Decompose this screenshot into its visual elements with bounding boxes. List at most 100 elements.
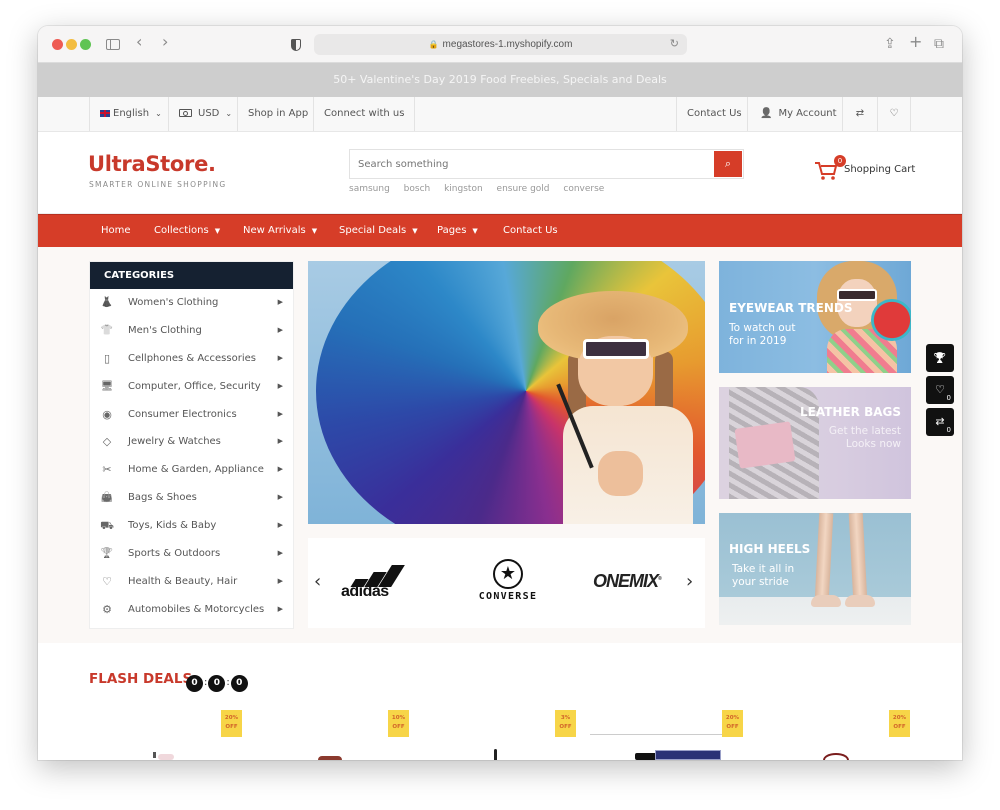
wishlist-button[interactable]: ♡ [877,97,911,131]
product-image[interactable] [158,754,174,760]
banner-high-heels[interactable]: HIGH HEELS Take it all in your stride [719,513,911,625]
dress-icon: 👗 [100,297,114,308]
compare-float-button[interactable]: ⇄ 0 [926,408,954,436]
promo-text[interactable]: 50+ Valentine's Day 2019 Food Freebies, … [333,73,667,86]
flash-deals-section: FLASH DEALS 0:0:0 20% OFF 10% OFF 3% OFF 20… [38,643,962,760]
product-image[interactable] [655,750,721,760]
promo-bar[interactable]: 50+ Valentine's Day 2019 Food Freebies, … [38,63,962,97]
search-suggestions: samsung bosch kingston ensure gold conve… [349,184,615,194]
carousel-next-button[interactable]: › [686,571,693,592]
flash-deals-title: FLASH DEALS [89,671,193,687]
dropdown-caret-icon: ▼ [472,227,478,235]
floating-toolbar: 🏆 ♡ 0 ⇄ 0 [926,344,954,440]
maximize-window-button[interactable] [80,39,91,50]
browser-toolbar: ‹ › 🔒 megastores-1.myshopify.com ↻ ⇪ + ⧉ [38,26,962,63]
forward-button[interactable]: › [162,33,168,51]
diamond-icon: ◇ [102,435,112,449]
suggestion-link[interactable]: ensure gold [497,184,550,194]
nav-label: Pages [437,225,467,236]
search-button[interactable]: ⌕ [714,151,742,177]
compare-button[interactable]: ⇄ [842,97,877,131]
category-item[interactable]: ⛟ Toys, Kids & Baby ▶ [90,512,293,540]
category-label: Home & Garden, Appliance [128,464,264,476]
nav-special-deals[interactable]: Special Deals ▼ [339,215,418,247]
suggestion-link[interactable]: samsung [349,184,390,194]
category-item[interactable]: ✂ Home & Garden, Appliance ▶ [90,456,293,484]
chevron-right-icon: ▶ [277,465,283,474]
tools-icon: ✂ [102,463,112,477]
category-item[interactable]: 🏆 Sports & Outdoors ▶ [90,540,293,568]
category-label: Jewelry & Watches [128,436,221,448]
discount-badge: 10% OFF [388,710,409,737]
category-item[interactable]: ▯ Cellphones & Accessories ▶ [90,345,293,373]
product-image[interactable] [153,752,156,758]
product-image[interactable] [823,753,849,760]
dropdown-caret-icon: ▼ [412,227,418,235]
shop-in-app-label: Shop in App [248,108,309,119]
category-item[interactable]: 👜 Bags & Shoes ▶ [90,484,293,512]
brand-logo-converse[interactable]: ★ CONVERSE [472,559,544,602]
category-item[interactable]: ⚙ Automobiles & Motorcycles ▶ [90,596,293,624]
category-item[interactable]: 👕 Men's Clothing ▶ [90,317,293,345]
nav-home[interactable]: Home [101,215,131,247]
rewards-button[interactable]: 🏆 [926,344,954,372]
close-window-button[interactable] [52,39,63,50]
search-input[interactable] [350,150,710,178]
brand-logo-onemix[interactable]: ONEMIX® [593,571,662,592]
currency-selector[interactable]: USD ⌄ [168,97,242,131]
hero-slider-image[interactable] [308,261,705,524]
product-image[interactable] [318,756,342,760]
electronics-icon: ◉ [102,407,112,421]
product-card-border [590,734,722,735]
category-item[interactable]: ♡ Health & Beauty, Hair ▶ [90,568,293,596]
address-bar[interactable]: 🔒 megastores-1.myshopify.com ↻ [314,34,687,55]
privacy-shield-icon[interactable] [291,39,301,51]
category-label: Automobiles & Motorcycles [128,603,265,615]
back-button[interactable]: ‹ [136,33,142,51]
new-tab-icon[interactable]: + [909,33,922,51]
nav-label: Special Deals [339,225,407,236]
store-logo[interactable]: UltraStore. [88,152,216,176]
my-account-label: My Account [778,108,837,119]
chevron-down-icon: ⌄ [155,109,162,118]
brand-logo-adidas[interactable]: adidas [339,561,409,601]
category-label: Men's Clothing [128,324,202,336]
suggestion-link[interactable]: converse [563,184,604,194]
nav-new-arrivals[interactable]: New Arrivals ▼ [243,215,317,247]
category-item[interactable]: 🖥 Computer, Office, Security ▶ [90,373,293,401]
chevron-right-icon: ▶ [277,409,283,418]
banner-eyewear[interactable]: EYEWEAR TRENDS To watch out for in 2019 [719,261,911,373]
adidas-wordmark: adidas [341,583,389,600]
wishlist-float-button[interactable]: ♡ 0 [926,376,954,404]
main-nav: Home Collections ▼ New Arrivals ▼ Special … [38,214,962,247]
nav-pages[interactable]: Pages ▼ [437,215,478,247]
onemix-wordmark: ONEMIX [593,571,659,591]
connect-with-us-link[interactable]: Connect with us [313,97,416,131]
suggestion-link[interactable]: bosch [404,184,431,194]
category-item[interactable]: ◉ Consumer Electronics ▶ [90,401,293,429]
connect-label: Connect with us [324,108,405,119]
minimize-window-button[interactable] [66,39,77,50]
tab-overview-icon[interactable]: ⧉ [934,35,944,53]
sidebar-toggle-icon[interactable] [106,39,120,50]
chevron-right-icon: ▶ [277,381,283,390]
category-item[interactable]: ◇ Jewelry & Watches ▶ [90,428,293,456]
url-text: megastores-1.myshopify.com [442,39,573,50]
money-icon [179,109,192,117]
carousel-prev-button[interactable]: ‹ [314,571,321,592]
nav-collections[interactable]: Collections ▼ [154,215,220,247]
reload-icon[interactable]: ↻ [670,34,679,55]
shop-in-app-link[interactable]: Shop in App [237,97,318,131]
product-image[interactable] [635,753,657,760]
share-icon[interactable]: ⇪ [884,35,896,53]
my-account-link[interactable]: 👤 My Account [747,97,847,131]
suggestion-link[interactable]: kingston [444,184,483,194]
registered-mark: ® [658,576,662,582]
banner-leather-bags[interactable]: LEATHER BAGS Get the latest Looks now [719,387,911,499]
language-selector[interactable]: English ⌄ [89,97,172,131]
product-image[interactable] [494,749,497,760]
nav-contact-us[interactable]: Contact Us [503,215,558,247]
category-item[interactable]: 👗 Women's Clothing ▶ [90,289,293,317]
category-label: Sports & Outdoors [128,548,221,560]
contact-us-link[interactable]: Contact Us [676,97,752,131]
